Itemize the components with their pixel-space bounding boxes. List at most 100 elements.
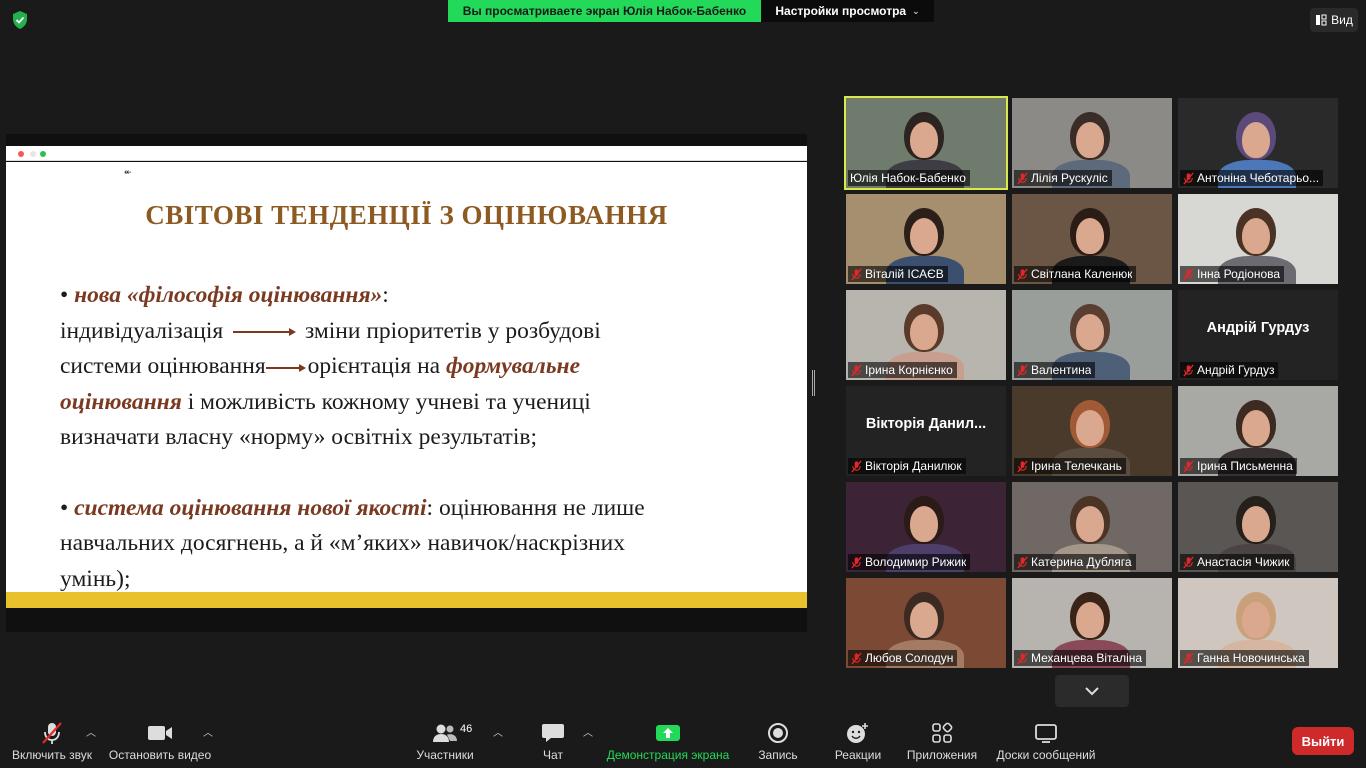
video-options-caret-icon[interactable]: ︿ [203, 724, 213, 739]
participants-count: 46 [460, 723, 473, 735]
participant-tile[interactable]: Любов Солодун [846, 578, 1006, 668]
whiteboards-button[interactable]: Доски сообщений [992, 720, 1100, 764]
participant-name-label: Вікторія Данилюк [848, 458, 966, 474]
participant-tile[interactable]: Володимир Рижик [846, 482, 1006, 572]
participant-tile[interactable]: Андрій Гурдуз Андрій Гурдуз [1178, 290, 1338, 380]
participant-tile[interactable]: Ірина Телечкань [1012, 386, 1172, 476]
apps-icon [932, 722, 953, 743]
gallery-next-page-button[interactable] [1055, 675, 1129, 707]
participant-name-label: Анастасія Чижик [1180, 554, 1294, 570]
mic-muted-icon [1183, 268, 1194, 280]
participant-tile[interactable]: Інна Родіонова [1178, 194, 1338, 284]
participant-tile[interactable]: Ганна Новочинська [1178, 578, 1338, 668]
view-button[interactable]: Вид [1310, 8, 1358, 32]
participant-name-label: Любов Солодун [848, 650, 958, 666]
bullet: • [60, 282, 69, 308]
slide-text: системи оцінювання [60, 353, 266, 379]
slide-line: • нова «філософія оцінювання»: [60, 278, 800, 314]
apps-label: Приложения [906, 748, 978, 762]
encryption-shield-icon[interactable] [10, 10, 30, 30]
mic-muted-icon [851, 652, 862, 664]
mic-muted-icon [1183, 460, 1194, 472]
participant-name-label: Механцева Віталіна [1014, 650, 1147, 666]
participant-name-label: Володимир Рижик [848, 554, 971, 570]
minimize-dot-icon [30, 151, 36, 157]
stop-video-button[interactable]: Остановить видео [104, 720, 216, 764]
participant-name: Ірина Телечкань [1031, 459, 1122, 473]
resize-handle[interactable] [812, 370, 815, 396]
unmute-label: Включить звук [11, 748, 93, 762]
mic-muted-icon [1017, 460, 1028, 472]
mic-muted-icon [851, 460, 862, 472]
record-icon [768, 723, 788, 743]
participant-display-name: Андрій Гурдуз [1206, 320, 1310, 336]
chevron-down-icon [1085, 687, 1099, 696]
participant-tile[interactable]: Ірина Корнієнко [846, 290, 1006, 380]
reactions-button[interactable]: Реакции [830, 720, 886, 764]
mic-muted-icon [851, 556, 862, 568]
slide-line: навчальних досягнень, а й «м’яких» навич… [60, 530, 625, 556]
participant-name: Катерина Дубляга [1031, 555, 1132, 569]
whiteboard-icon [1035, 724, 1057, 743]
participant-tile[interactable]: Анастасія Чижик [1178, 482, 1338, 572]
mic-muted-icon [1017, 364, 1028, 376]
slide-text: орієнтація на [307, 353, 441, 379]
participant-name: Ганна Новочинська [1197, 651, 1305, 665]
chat-options-caret-icon[interactable]: ︿ [583, 724, 593, 739]
whiteboards-label: Доски сообщений [996, 748, 1096, 762]
record-button[interactable]: Запись [752, 720, 804, 764]
participants-label: Участники [416, 748, 474, 762]
participant-tile[interactable]: Юлія Набок-Бабенко [844, 96, 1008, 190]
participant-tile[interactable]: Вікторія Данил... Вікторія Данилюк [846, 386, 1006, 476]
leave-button[interactable]: Выйти [1292, 727, 1354, 755]
mic-muted-icon [42, 722, 62, 744]
participant-name: Віталій ІСАЄВ [865, 267, 944, 281]
chat-button[interactable]: Чат [530, 720, 576, 764]
share-screen-label: Демонстрация экрана [606, 748, 730, 762]
unmute-button[interactable]: Включить звук [8, 720, 96, 764]
presentation-slide: СВІТОВІ ТЕНДЕНЦІЇ З ОЦІНЮВАННЯ • нова «ф… [6, 162, 807, 592]
participant-tile[interactable]: Механцева Віталіна [1012, 578, 1172, 668]
chevron-down-icon: ⌄ [912, 5, 920, 16]
view-settings-dropdown[interactable]: Настройки просмотра ⌄ [761, 0, 934, 22]
participant-tile[interactable]: Катерина Дубляга [1012, 482, 1172, 572]
participant-tile[interactable]: Світлана Каленюк [1012, 194, 1172, 284]
share-screen-icon [656, 725, 680, 741]
participant-tile[interactable]: Віталій ІСАЄВ [846, 194, 1006, 284]
participant-name: Світлана Каленюк [1031, 267, 1133, 281]
participant-tile[interactable]: Лілія Рускуліс [1012, 98, 1172, 188]
slide-title: СВІТОВІ ТЕНДЕНЦІЇ З ОЦІНЮВАННЯ [145, 200, 668, 230]
participant-name-label: Ірина Корнієнко [848, 362, 957, 378]
participant-name: Любов Солодун [865, 651, 954, 665]
slide-line: індивідуалізація зміни пріоритетів у роз… [60, 314, 800, 350]
audio-options-caret-icon[interactable]: ︿ [86, 724, 96, 739]
mic-muted-icon [1183, 556, 1194, 568]
participant-name: Ірина Письменна [1197, 459, 1293, 473]
arrow-right-icon [265, 363, 306, 372]
participant-name: Лілія Рускуліс [1031, 171, 1108, 185]
view-settings-label: Настройки просмотра [775, 4, 907, 18]
participant-tile[interactable]: Валентина [1012, 290, 1172, 380]
apps-button[interactable]: Приложения [902, 720, 982, 764]
participant-name-label: Катерина Дубляга [1014, 554, 1136, 570]
share-screen-button[interactable]: Демонстрация экрана [604, 720, 732, 764]
participant-name-label: Андрій Гурдуз [1180, 362, 1279, 378]
view-button-label: Вид [1331, 13, 1353, 27]
stop-video-label: Остановить видео [108, 748, 212, 762]
participant-tile[interactable]: Ірина Письменна [1178, 386, 1338, 476]
mic-muted-icon [1183, 652, 1194, 664]
participants-icon [433, 724, 457, 742]
participant-name: Ірина Корнієнко [865, 363, 953, 377]
participant-name-label: Антоніна Чеботарьо... [1180, 170, 1324, 186]
chat-label: Чат [543, 748, 563, 762]
video-camera-icon [148, 726, 172, 740]
slide-line: системи оцінювання орієнтація на формувал… [60, 349, 800, 385]
maximize-dot-icon [40, 151, 46, 157]
participant-display-name: Вікторія Данил... [865, 416, 987, 432]
participant-name: Анастасія Чижик [1197, 555, 1290, 569]
slide-text: : оцінювання не лише [426, 494, 645, 521]
participant-tile[interactable]: Антоніна Чеботарьо... [1178, 98, 1338, 188]
participant-name-label: Валентина [1014, 362, 1096, 378]
bullet: • [60, 494, 69, 521]
participants-options-caret-icon[interactable]: ︿ [493, 724, 503, 739]
